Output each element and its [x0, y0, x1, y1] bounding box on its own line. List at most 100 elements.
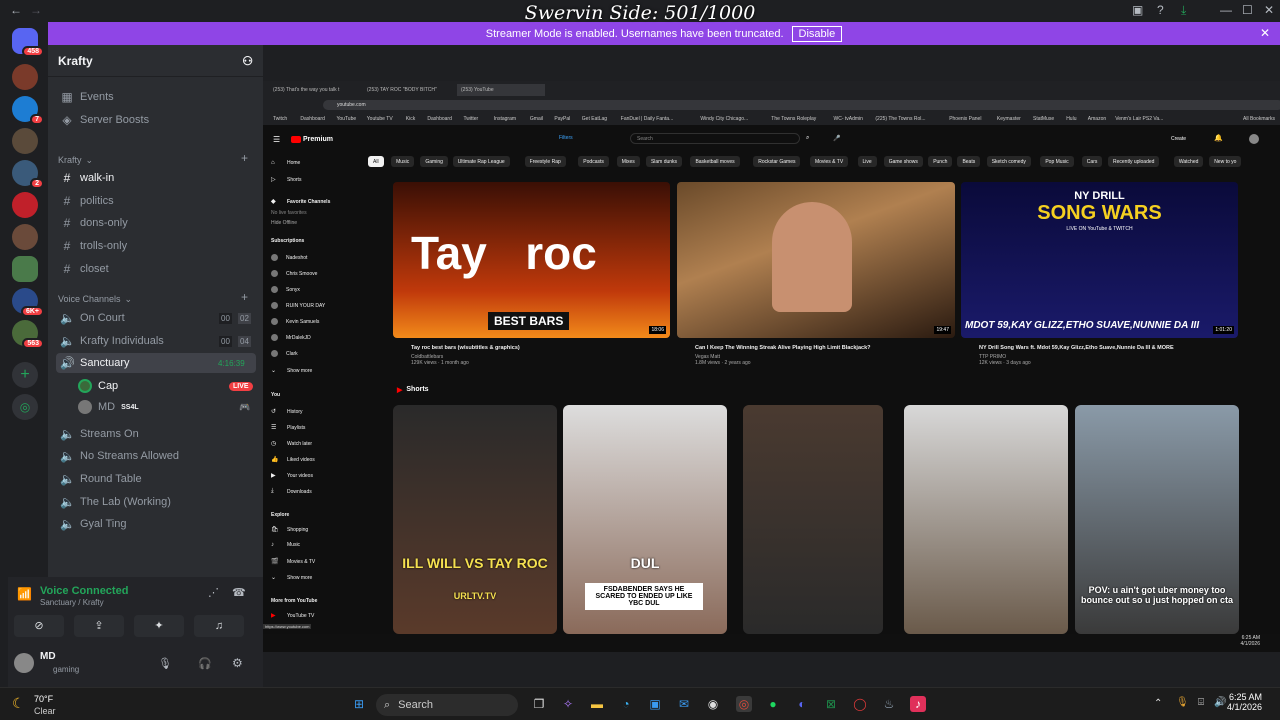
video-thumbnail[interactable]: 19:47: [677, 182, 955, 338]
windows-start-icon[interactable]: ⊞: [351, 696, 367, 712]
username[interactable]: MD: [40, 651, 56, 662]
filter-chip[interactable]: Pop Music: [1040, 156, 1074, 167]
bookmark[interactable]: PayPal: [554, 116, 570, 122]
filter-chip[interactable]: Watched: [1173, 156, 1204, 167]
filter-chip[interactable]: Mixes: [616, 156, 640, 167]
subscription-item[interactable]: Nadeshot: [271, 254, 307, 261]
activities-button[interactable]: ✦: [134, 615, 184, 637]
mic-tray-icon[interactable]: 🎙: [1176, 697, 1189, 708]
filter-chip[interactable]: Cars: [1081, 156, 1103, 167]
screen-share-button[interactable]: ⇪: [74, 615, 124, 637]
server-boosts-item[interactable]: ◈ Server Boosts: [56, 110, 256, 130]
bookmark[interactable]: Windy City Chicago...: [700, 116, 748, 122]
server-header[interactable]: Krafty ⚇: [48, 45, 263, 77]
channel-dons-only[interactable]: # dons-only: [56, 213, 256, 233]
nav-history[interactable]: ↺ History: [271, 408, 303, 416]
nav-explore[interactable]: 🎬 Movies & TV: [271, 558, 315, 566]
browser-tab[interactable]: (253) That's the way you talk t: [269, 84, 357, 96]
microphone-icon[interactable]: 🎙: [158, 657, 172, 670]
filter-chip[interactable]: Live: [857, 156, 877, 167]
short-card[interactable]: [743, 405, 883, 634]
bookmark[interactable]: Instagram: [494, 116, 516, 122]
file-explorer-icon[interactable]: ▬: [589, 696, 605, 712]
chrome-icon[interactable]: ◎: [736, 696, 752, 712]
outlook-icon[interactable]: ✉: [676, 696, 692, 712]
mic-icon[interactable]: 🎤: [833, 135, 840, 142]
weather-text[interactable]: Clear: [34, 706, 56, 716]
task-view-icon[interactable]: ❐: [531, 696, 547, 712]
voice-member-md[interactable]: MD SS4L 🎮: [74, 397, 254, 417]
voice-streams-on[interactable]: 🔈 Streams On: [56, 424, 256, 444]
server-icon-krafty[interactable]: [12, 256, 38, 282]
bookmark[interactable]: Gmail: [530, 116, 543, 122]
voice-member-cap[interactable]: Cap LIVE: [74, 376, 254, 396]
nav-home[interactable]: ⌂ Home: [271, 160, 300, 166]
nav-watch-later[interactable]: ◷ Watch later: [271, 440, 312, 448]
voice-gyal-ting[interactable]: 🔈 Gyal Ting: [56, 514, 256, 534]
filters-button[interactable]: Filters: [559, 135, 573, 141]
voice-round-table[interactable]: 🔈 Round Table: [56, 469, 256, 489]
filter-chip[interactable]: Sketch comedy: [986, 156, 1031, 167]
xbox-icon[interactable]: ⊠: [823, 696, 839, 712]
subscription-item[interactable]: RUIN YOUR DAY: [271, 302, 325, 309]
temperature[interactable]: 70°F: [34, 694, 53, 704]
nav-your-videos[interactable]: ▶ Your videos: [271, 472, 313, 480]
weather-icon[interactable]: ☾: [12, 695, 25, 712]
bookmark[interactable]: Get EatLag: [582, 116, 607, 122]
add-channel-icon[interactable]: +: [241, 290, 248, 304]
server-icon[interactable]: [12, 224, 38, 250]
add-server-icon[interactable]: +: [12, 362, 38, 388]
copilot-icon[interactable]: ✧: [560, 696, 576, 712]
short-card[interactable]: DUL FSDABENDER SAYS HE SCARED TO ENDED UP…: [563, 405, 727, 634]
nav-explore[interactable]: 🛍 Shopping: [271, 526, 308, 534]
video-thumbnail[interactable]: Tay roc BEST BARS 18:06: [393, 182, 670, 338]
filter-chip[interactable]: Movies & TV: [809, 156, 849, 167]
server-icon[interactable]: 7: [12, 96, 44, 125]
nav-downloads[interactable]: ⤓ Downloads: [271, 488, 312, 495]
settings-gear-icon[interactable]: ⚙: [232, 656, 243, 670]
bookmark[interactable]: Twitter: [464, 116, 479, 122]
discover-icon[interactable]: ◎: [12, 394, 38, 420]
edge-icon[interactable]: ◔: [618, 696, 634, 712]
subscription-item[interactable]: Kevin Samuels: [271, 318, 319, 325]
category-krafty[interactable]: Krafty ⌄: [58, 155, 93, 166]
video-thumbnail[interactable]: NY DRILL SONG WARS LIVE ON YouTube & TWI…: [961, 182, 1238, 338]
filter-chip[interactable]: Basketball moves: [690, 156, 740, 167]
github-icon[interactable]: ◉: [705, 696, 721, 712]
browser-tab-active[interactable]: (253) YouTube: [457, 84, 545, 96]
favorite-channels[interactable]: ◆ Favorite Channels: [271, 198, 330, 206]
nav-youtube-tv[interactable]: ▶ YouTube TV: [271, 612, 314, 620]
bookmark[interactable]: Phoenix Panel: [949, 116, 981, 122]
disable-button[interactable]: Disable: [791, 25, 843, 42]
nav-shorts[interactable]: ▷ Shorts: [271, 176, 301, 184]
nav-liked[interactable]: 👍 Liked videos: [271, 456, 315, 464]
avatar[interactable]: [1249, 134, 1259, 144]
network-icon[interactable]: ⌹: [1198, 697, 1204, 708]
discord-home-icon[interactable]: 458: [12, 28, 44, 57]
noise-suppression-icon[interactable]: ⋰: [208, 586, 219, 599]
bookmark[interactable]: Venm's Lair PS2 Va...: [1115, 116, 1163, 122]
bookmark[interactable]: Amazon: [1088, 116, 1106, 122]
bookmark[interactable]: Twitch: [273, 116, 287, 122]
channel-politics[interactable]: # politics: [56, 191, 256, 211]
filter-chip[interactable]: Ultimate Rap League: [452, 156, 510, 167]
avatar[interactable]: [14, 653, 34, 673]
filter-chip[interactable]: Punch: [928, 156, 953, 167]
filter-chip[interactable]: Podcasts: [578, 156, 609, 167]
voice-the-lab[interactable]: 🔈 The Lab (Working): [56, 492, 256, 512]
spotify-icon[interactable]: ●: [765, 696, 781, 712]
soundboard-button[interactable]: ♫: [194, 615, 244, 637]
add-channel-icon[interactable]: +: [241, 151, 248, 165]
discord-icon[interactable]: ◐: [794, 696, 810, 712]
filter-chip[interactable]: Music: [391, 156, 415, 167]
short-card[interactable]: ILL WILL VS TAY ROC URLTV.TV: [393, 405, 557, 634]
browser-tab[interactable]: (253) TAY ROC "BODY BITCH": [363, 84, 451, 96]
store-icon[interactable]: ▣: [647, 696, 663, 712]
category-voice[interactable]: Voice Channels ⌄: [58, 294, 132, 305]
bookmark[interactable]: YouTube: [337, 116, 357, 122]
steam-icon[interactable]: ♨: [881, 696, 897, 712]
bookmark[interactable]: StatMuse: [1033, 116, 1054, 122]
bookmark[interactable]: WC- tvAdmin: [834, 116, 863, 122]
voice-no-streams[interactable]: 🔈 No Streams Allowed: [56, 446, 256, 466]
subscription-item[interactable]: Clark: [271, 350, 298, 357]
